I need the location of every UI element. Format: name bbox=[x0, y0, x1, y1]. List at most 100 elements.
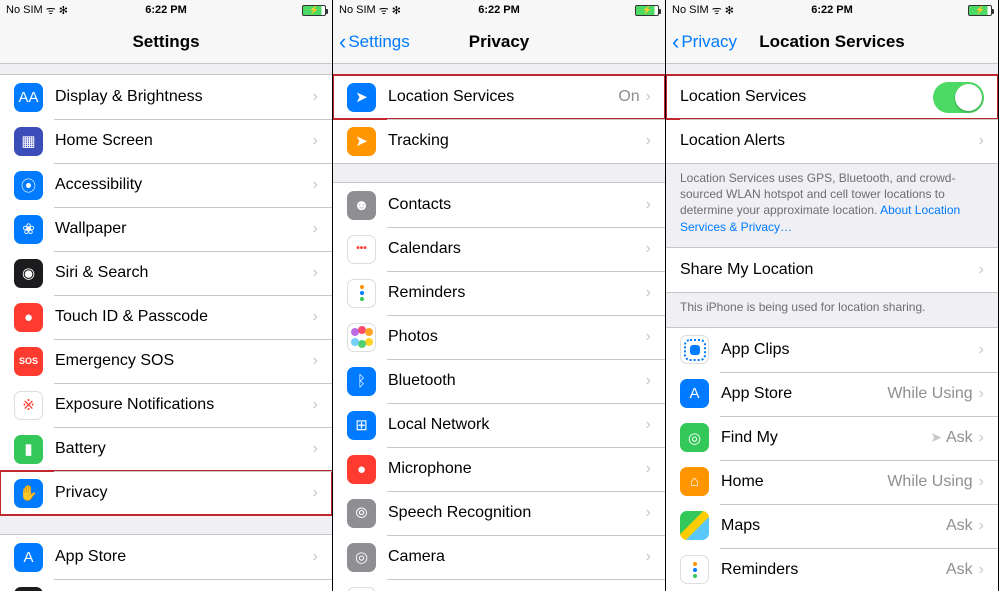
home-row[interactable]: ⌂HomeWhile Using› bbox=[666, 460, 998, 504]
bluetooth-row[interactable]: ᛒBluetooth› bbox=[333, 359, 665, 403]
app-store-icon: A bbox=[14, 543, 43, 572]
reminders-icon bbox=[347, 279, 376, 308]
microphone-row[interactable]: ●Microphone› bbox=[333, 447, 665, 491]
battery-row[interactable]: ▮Battery› bbox=[0, 427, 332, 471]
carrier-label: No SIM bbox=[6, 4, 43, 16]
reminders-row[interactable]: Reminders› bbox=[333, 271, 665, 315]
wifi-icon: ᯤ bbox=[46, 3, 56, 18]
navbar: ‹ Settings Privacy bbox=[333, 20, 665, 64]
local-network-row[interactable]: ⊞Local Network› bbox=[333, 403, 665, 447]
chevron-right-icon: › bbox=[313, 264, 318, 282]
navbar: Settings bbox=[0, 20, 332, 64]
row-value: ➤Ask bbox=[930, 429, 972, 447]
app-clips-row[interactable]: App Clips› bbox=[666, 328, 998, 372]
app-store-row[interactable]: A App Store› bbox=[0, 535, 332, 579]
location-services-row[interactable]: ➤Location ServicesOn› bbox=[333, 75, 665, 119]
exposure-notifications-row[interactable]: ※Exposure Notifications› bbox=[0, 383, 332, 427]
chevron-right-icon: › bbox=[979, 429, 984, 447]
home-icon: ⌂ bbox=[680, 467, 709, 496]
app-store-row[interactable]: A App StoreWhile Using › bbox=[666, 372, 998, 416]
location-services-toggle[interactable] bbox=[933, 82, 984, 113]
location-services-toggle-row[interactable]: Location Services bbox=[666, 75, 998, 119]
siri-search-row[interactable]: ◉ Siri & Search› bbox=[0, 251, 332, 295]
accessibility-row[interactable]: ⦿Accessibility› bbox=[0, 163, 332, 207]
row-label: App Clips bbox=[721, 341, 979, 359]
app-store-icon: A bbox=[680, 379, 709, 408]
row-value: Ask bbox=[946, 517, 973, 535]
row-label: Contacts bbox=[388, 196, 646, 214]
chevron-right-icon: › bbox=[979, 132, 984, 150]
accessibility-icon: ⦿ bbox=[14, 171, 43, 200]
activity-spinner-icon: ✻ bbox=[725, 4, 734, 17]
share-my-location-row[interactable]: Share My Location › bbox=[666, 248, 998, 292]
camera-row[interactable]: ◎Camera› bbox=[333, 535, 665, 579]
location-services-list[interactable]: Location Services Location Alerts › Loca… bbox=[666, 64, 998, 591]
chevron-right-icon: › bbox=[313, 484, 318, 502]
find-my-row[interactable]: ◎Find My➤Ask› bbox=[666, 416, 998, 460]
carrier-label: No SIM bbox=[672, 4, 709, 16]
row-label: Display & Brightness bbox=[55, 88, 313, 106]
tracking-row[interactable]: ➤Tracking› bbox=[333, 119, 665, 163]
activity-spinner-icon: ✻ bbox=[59, 4, 68, 17]
chevron-right-icon: › bbox=[646, 132, 651, 150]
row-label: Accessibility bbox=[55, 176, 313, 194]
navbar: ‹ Privacy Location Services bbox=[666, 20, 998, 64]
photos-row[interactable]: Photos› bbox=[333, 315, 665, 359]
screen-settings: No SIM ᯤ ✻ 6:22 PM ⚡ Settings AADisplay … bbox=[0, 0, 333, 591]
row-label: Camera bbox=[388, 548, 646, 566]
row-label: Exposure Notifications bbox=[55, 396, 313, 414]
chevron-right-icon: › bbox=[313, 548, 318, 566]
battery-icon: ▮ bbox=[14, 435, 43, 464]
siri-search-icon: ◉ bbox=[14, 259, 43, 288]
battery-charging-icon: ⚡ bbox=[968, 5, 992, 16]
wallpaper-row[interactable]: ❀Wallpaper› bbox=[0, 207, 332, 251]
row-label: Photos bbox=[388, 328, 646, 346]
row-label: Bluetooth bbox=[388, 372, 646, 390]
carrier-label: No SIM bbox=[339, 4, 376, 16]
calendars-row[interactable]: •••Calendars› bbox=[333, 227, 665, 271]
settings-list[interactable]: AADisplay & Brightness›▦Home Screen› ⦿ Acc… bbox=[0, 64, 332, 591]
row-label: App Store bbox=[721, 385, 887, 403]
chevron-right-icon: › bbox=[646, 504, 651, 522]
row-label: Emergency SOS bbox=[55, 352, 313, 370]
chevron-right-icon: › bbox=[313, 132, 318, 150]
contacts-row[interactable]: ☻Contacts› bbox=[333, 183, 665, 227]
contacts-icon: ☻ bbox=[347, 191, 376, 220]
row-label: Find My bbox=[721, 429, 930, 447]
health-row[interactable]: ♥Health› bbox=[333, 579, 665, 591]
reminders-row[interactable]: RemindersAsk› bbox=[666, 548, 998, 591]
row-label: Location Services bbox=[388, 88, 618, 106]
home-screen-row[interactable]: ▦Home Screen› bbox=[0, 119, 332, 163]
row-value: While Using bbox=[887, 473, 972, 491]
row-label: App Store bbox=[55, 548, 313, 566]
chevron-left-icon: ‹ bbox=[672, 31, 679, 53]
display-brightness-row[interactable]: AADisplay & Brightness› bbox=[0, 75, 332, 119]
emergency-sos-row[interactable]: SOSEmergency SOS› bbox=[0, 339, 332, 383]
privacy-list[interactable]: ➤Location ServicesOn›➤Tracking› ☻ Contacts… bbox=[333, 64, 665, 591]
location-arrow-icon: ➤ bbox=[930, 429, 942, 446]
status-bar: No SIM ᯤ ✻ 6:22 PM ⚡ bbox=[333, 0, 665, 20]
app-clips-icon bbox=[680, 335, 709, 364]
privacy-icon: ✋ bbox=[14, 479, 43, 508]
chevron-right-icon: › bbox=[979, 385, 984, 403]
location-alerts-row[interactable]: Location Alerts › bbox=[666, 119, 998, 163]
back-button[interactable]: ‹ Privacy bbox=[672, 31, 737, 53]
privacy-row[interactable]: ✋Privacy› bbox=[0, 471, 332, 515]
touch-id-passcode-row[interactable]: ●Touch ID & Passcode› bbox=[0, 295, 332, 339]
speech-recognition-row[interactable]: ⦾Speech Recognition› bbox=[333, 491, 665, 535]
clock: 6:22 PM bbox=[811, 4, 853, 16]
row-label: Tracking bbox=[388, 132, 646, 150]
back-button[interactable]: ‹ Settings bbox=[339, 31, 410, 53]
chevron-right-icon: › bbox=[313, 220, 318, 238]
row-value: While Using bbox=[887, 385, 972, 403]
touch-id-passcode-icon: ● bbox=[14, 303, 43, 332]
row-label: Share My Location bbox=[680, 261, 979, 279]
maps-row[interactable]: MapsAsk› bbox=[666, 504, 998, 548]
chevron-right-icon: › bbox=[646, 416, 651, 434]
local-network-icon: ⊞ bbox=[347, 411, 376, 440]
wallet-apple-pay-row[interactable]: ▭Wallet & Apple Pay› bbox=[0, 579, 332, 591]
chevron-left-icon: ‹ bbox=[339, 31, 346, 53]
page-title: Privacy bbox=[469, 32, 530, 52]
row-label: Siri & Search bbox=[55, 264, 313, 282]
wallpaper-icon: ❀ bbox=[14, 215, 43, 244]
